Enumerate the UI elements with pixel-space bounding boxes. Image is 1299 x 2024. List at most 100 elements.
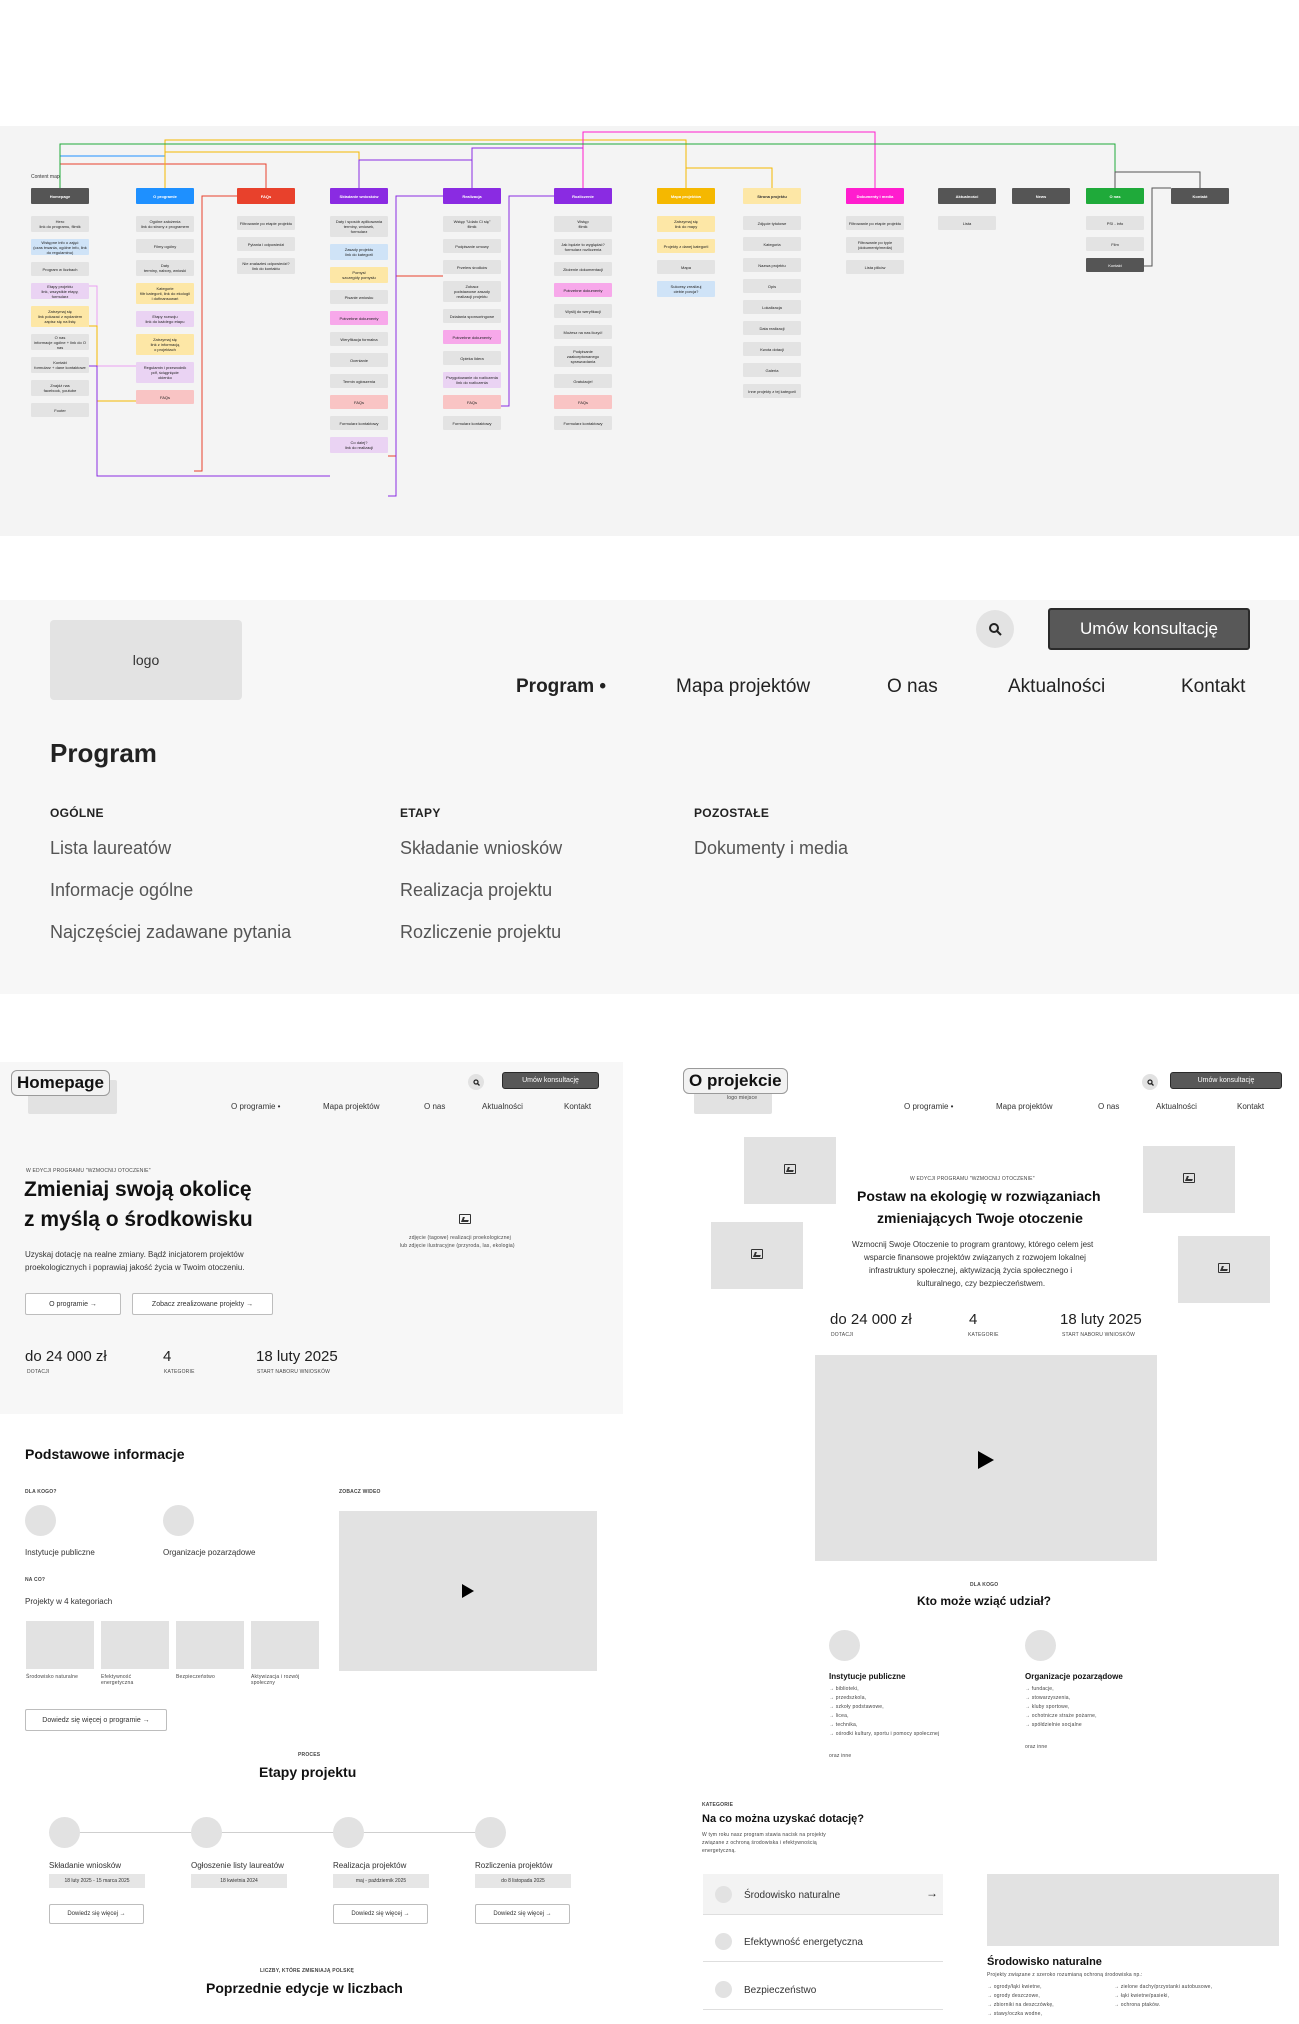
content-map-node: Jak będzie to wyglądać? formularz rozlic…	[554, 239, 612, 255]
submenu-link-general-info[interactable]: Informacje ogólne	[50, 880, 193, 901]
process-step-button[interactable]: Dowiedz się więcej →	[49, 1904, 144, 1924]
logo-placeholder[interactable]: logo	[50, 620, 242, 700]
hero-headline-line-1: Zmieniaj swoją okolicę	[24, 1178, 252, 1201]
learn-more-program-button[interactable]: Dowiedz się więcej o programie →	[25, 1709, 167, 1731]
previous-editions-title: Poprzednie edycje w liczbach	[206, 1980, 403, 1996]
arrow-right-icon[interactable]: →	[926, 1886, 938, 1900]
nav-item-about-program[interactable]: O programie •	[231, 1102, 280, 1111]
consultation-button[interactable]: Umów konsultację	[1170, 1072, 1282, 1089]
audience-item: → stowarzyszenia,	[1025, 1695, 1071, 1701]
content-map-node: Wstęp filmik	[554, 216, 612, 232]
nav-item-about[interactable]: O nas	[1098, 1102, 1119, 1111]
content-map-node: FAQs	[330, 395, 388, 409]
see-projects-button[interactable]: Zobacz zrealizowane projekty →	[132, 1293, 273, 1315]
hero-headline-line-2: zmieniających Twoje otoczenie	[877, 1210, 1083, 1226]
category-thumbnail[interactable]	[101, 1621, 169, 1669]
consultation-button[interactable]: Umów konsultację	[1048, 608, 1250, 650]
nav-item-news[interactable]: Aktualności	[1008, 676, 1105, 698]
search-button[interactable]	[976, 610, 1014, 648]
play-icon[interactable]	[462, 1584, 474, 1598]
nav-item-about-program[interactable]: O programie •	[904, 1102, 953, 1111]
nav-item-about[interactable]: O nas	[887, 676, 938, 698]
audience-more-link[interactable]: oraz inne	[829, 1753, 851, 1759]
stat-categories-value: 4	[969, 1311, 978, 1328]
nav-item-projects-map[interactable]: Mapa projektów	[323, 1102, 379, 1111]
content-map-connector	[471, 147, 584, 188]
nav-item-news[interactable]: Aktualności	[1156, 1102, 1197, 1111]
submenu-column-heading: ETAPY	[400, 806, 441, 820]
audience-avatar	[1025, 1630, 1056, 1661]
submenu-link-settlement[interactable]: Rozliczenie projektu	[400, 922, 561, 943]
content-map-node: Termin ogłoszenia	[330, 374, 388, 388]
submenu-link-laureates[interactable]: Lista laureatów	[50, 838, 171, 859]
image-placeholder-icon	[784, 1164, 796, 1174]
stat-start-value: 18 luty 2025	[256, 1348, 338, 1365]
content-map-node: Weryfikacja formalna	[330, 332, 388, 346]
category-icon	[715, 1933, 732, 1950]
audience-public: Instytucje publiczne	[25, 1548, 95, 1557]
audience-item: → ochotnicze straże pożarne,	[1025, 1713, 1097, 1719]
category-thumbnail[interactable]	[176, 1621, 244, 1669]
stat-start-label: START NABORU WNIOSKÓW	[1062, 1332, 1136, 1338]
content-map-node: Kontakt	[1086, 258, 1144, 272]
audience-more-link[interactable]: oraz inne	[1025, 1744, 1047, 1750]
category-detail-item: → zbiorniki na deszczówkę,	[987, 2002, 1054, 2008]
content-map-node: Kwota dotacji	[743, 342, 801, 356]
content-map-node: Zatrzymaj się link pokazać z wydaniem za…	[31, 306, 89, 327]
category-label[interactable]: Bezpieczeństwo	[744, 1985, 816, 1996]
nav-item-projects-map[interactable]: Mapa projektów	[676, 676, 810, 698]
process-step-marker	[191, 1817, 222, 1848]
search-button[interactable]	[468, 1074, 484, 1090]
navigation-wireframe: logo Umów konsultację Program • Mapa pro…	[0, 600, 1299, 994]
content-map-node: Etapy rozwoju link do każdego etapu	[136, 311, 194, 327]
audience-item: → licea,	[829, 1713, 849, 1719]
content-map-connector	[1114, 171, 1201, 188]
category-label[interactable]: Środowisko naturalne	[744, 1890, 840, 1901]
category-thumbnail[interactable]	[251, 1621, 319, 1669]
nav-item-contact[interactable]: Kontakt	[564, 1102, 591, 1111]
category-label[interactable]: Efektywność energetyczna	[744, 1937, 863, 1948]
nav-item-contact[interactable]: Kontakt	[1181, 676, 1245, 698]
content-map-node: Inne projekty z tej kategorii	[743, 384, 801, 398]
content-map-section-mapa-projektow: Mapa projektów	[657, 188, 715, 204]
play-icon[interactable]	[978, 1451, 994, 1469]
category-image-placeholder	[987, 1874, 1279, 1946]
category-label: Aktywizacja i rozwój społeczny	[251, 1674, 300, 1686]
category-label: Efektywność energetyczna	[101, 1674, 134, 1686]
consultation-button[interactable]: Umów konsultację	[502, 1072, 599, 1089]
audience-item: → fundacje,	[1025, 1686, 1054, 1692]
about-program-button[interactable]: O programie →	[25, 1293, 121, 1315]
content-map-node: Zobacz podstawowe zasady realizacji proj…	[443, 281, 501, 302]
submenu-link-applications[interactable]: Składanie wniosków	[400, 838, 562, 859]
frame-label-about-project: O projekcie	[683, 1068, 788, 1094]
content-map-node: Kategorie filtr kategorii, link do ekolo…	[136, 283, 194, 304]
hero-lead-line-4: kulturalnego, czy bezpieczeństwem.	[917, 1279, 1046, 1288]
nav-item-contact[interactable]: Kontakt	[1237, 1102, 1264, 1111]
stat-grant-value: do 24 000 zł	[830, 1311, 912, 1328]
nav-item-about[interactable]: O nas	[424, 1102, 445, 1111]
submenu-link-realization[interactable]: Realizacja projektu	[400, 880, 552, 901]
submenu-link-documents-media[interactable]: Dokumenty i media	[694, 838, 848, 859]
nav-item-news[interactable]: Aktualności	[482, 1102, 523, 1111]
process-step-button[interactable]: Dowiedz się więcej →	[333, 1904, 428, 1924]
content-map-node: Znajdź nas facebook, youtube	[31, 380, 89, 396]
process-step-button[interactable]: Dowiedz się więcej →	[475, 1904, 570, 1924]
category-detail-item: → łąki kwietne/pasieki,	[1114, 1993, 1170, 1999]
category-thumbnail[interactable]	[26, 1621, 94, 1669]
audience-avatar	[163, 1505, 194, 1536]
category-label: Bezpieczeństwo	[176, 1674, 215, 1680]
hero-eyebrow: W EDYCJI PROGRAMU "WZMOCNIJ OTOCZENIE"	[26, 1168, 151, 1174]
category-detail-item: → ogrody/łąki kwietne,	[987, 1984, 1042, 1990]
content-map-node: FAQs	[443, 395, 501, 409]
hero-lead-line-2: wsparcie finansowe projektów związanych …	[864, 1253, 1086, 1262]
search-button[interactable]	[1142, 1074, 1158, 1090]
content-map-node: Opis	[743, 279, 801, 293]
about-project-frame: logo miejsce Umów konsultację O programi…	[682, 1062, 1299, 2024]
category-divider	[703, 1914, 943, 1915]
nav-item-projects-map[interactable]: Mapa projektów	[996, 1102, 1052, 1111]
submenu-link-faq[interactable]: Najczęściej zadawane pytania	[50, 922, 291, 943]
content-map-node: Sukcesy zrealizuj ciebie porcja?	[657, 281, 715, 297]
nav-item-program[interactable]: Program •	[516, 676, 606, 698]
audience-group-title: Organizacje pozarządowe	[1025, 1672, 1123, 1681]
content-map-section-aktualnosci: Aktualności	[938, 188, 996, 204]
